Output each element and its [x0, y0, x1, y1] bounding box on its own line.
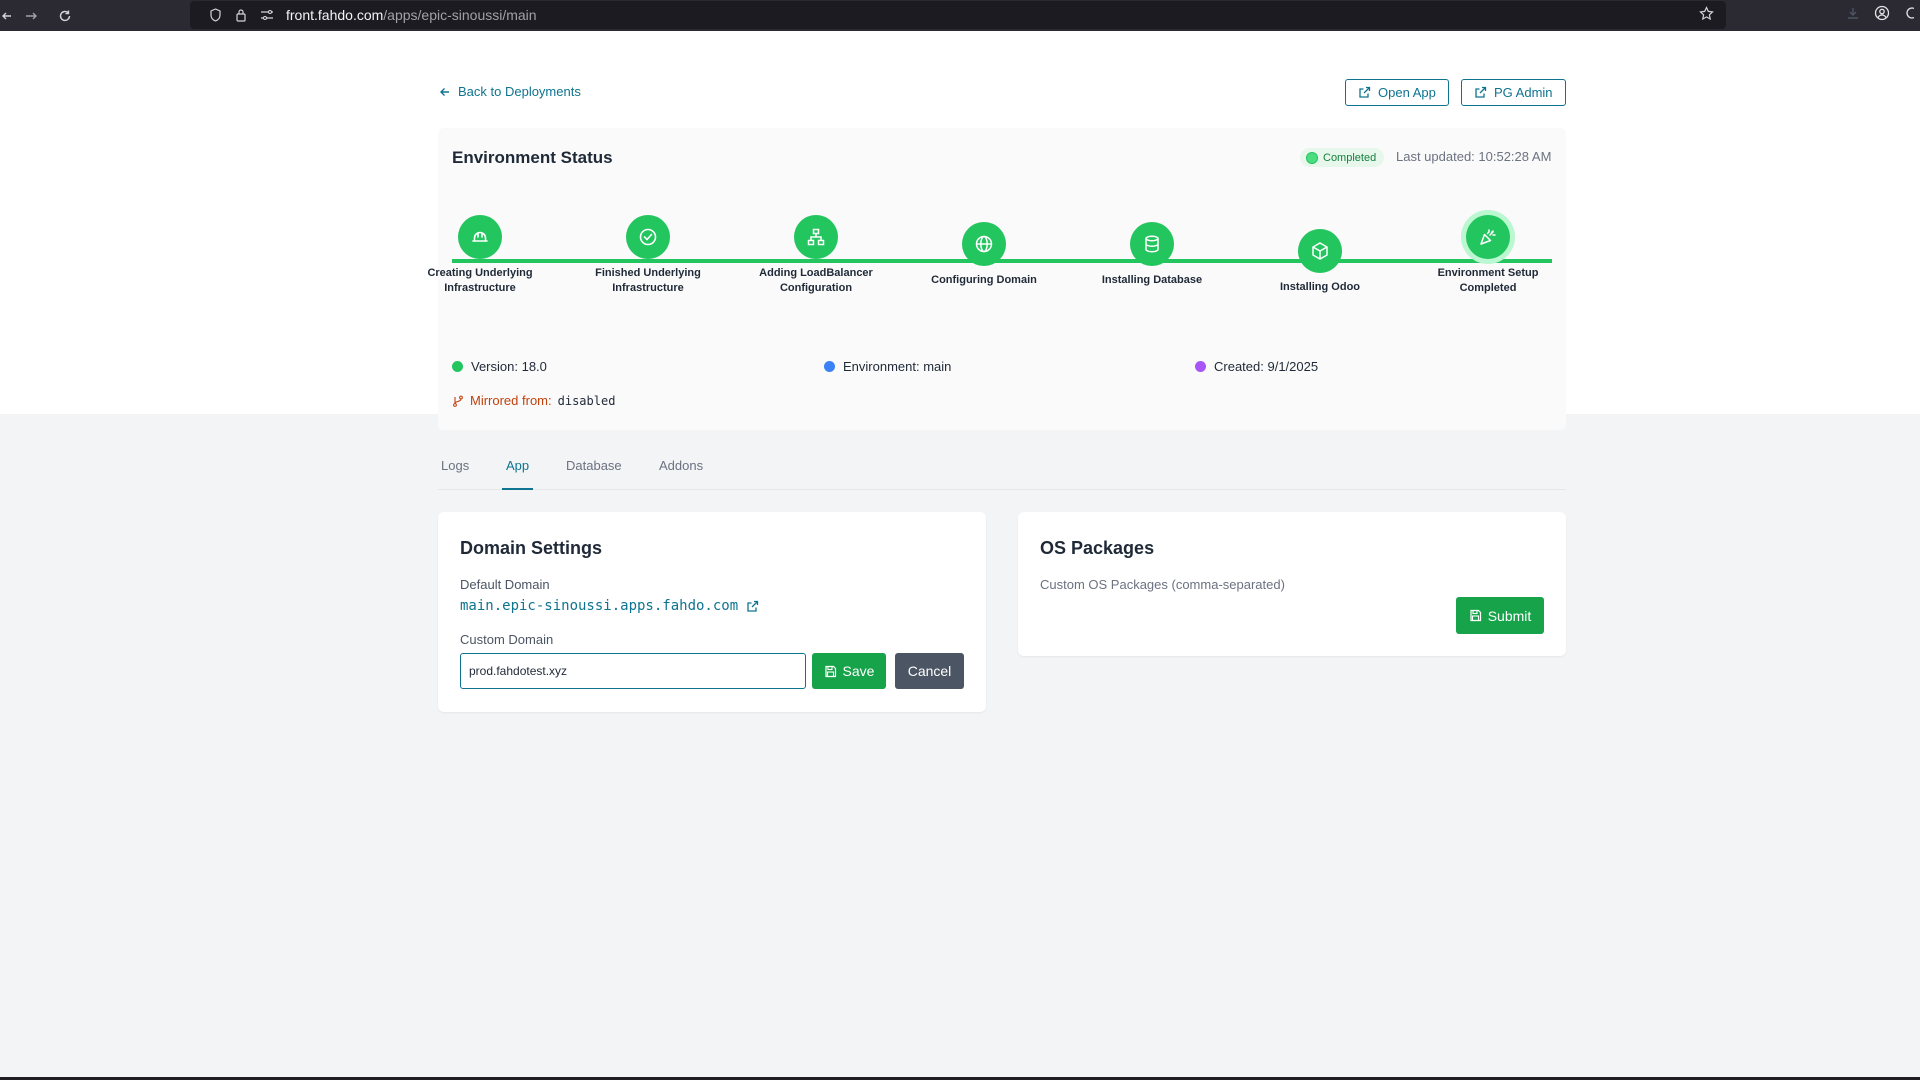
step-label: Adding LoadBalancer Configuration	[759, 267, 873, 294]
created-info: Created: 9/1/2025	[1195, 359, 1318, 374]
back-arrow-icon[interactable]	[0, 0, 14, 31]
save-icon	[824, 665, 836, 677]
package-icon	[1298, 229, 1342, 273]
step-configuring-domain: Configuring Domain	[919, 222, 1049, 288]
toolbar-right	[1846, 0, 1920, 31]
mirrored-label: Mirrored from:	[470, 393, 552, 408]
environment-status-card: Environment Status Completed Last update…	[427, 128, 1566, 430]
browser-toolbar: front.fahdo.com/apps/epic-sinoussi/main	[0, 0, 1920, 31]
environment-header-section: Back to Deployments Open App PG Admin En…	[0, 31, 1920, 430]
step-label: Installing Database	[1101, 274, 1203, 286]
step-installing-odoo: Installing Odoo	[1255, 229, 1385, 295]
save-button[interactable]: Save	[812, 653, 886, 689]
step-label: Installing Odoo	[1279, 281, 1361, 293]
custom-domain-label: Custom Domain	[460, 632, 554, 647]
mirrored-info: Mirrored from: disabled	[452, 393, 615, 408]
open-app-button[interactable]: Open App	[1345, 79, 1449, 106]
cancel-button[interactable]: Cancel	[895, 653, 964, 689]
url-text: front.fahdo.com/apps/epic-sinoussi/main	[286, 7, 537, 23]
last-updated: Last updated: 10:52:28 AM	[1396, 149, 1552, 164]
detail-tabs: Logs App Database Addons	[438, 455, 1566, 490]
tab-app[interactable]: App	[502, 455, 534, 490]
forward-arrow-icon[interactable]	[14, 0, 48, 31]
status-dot	[1306, 151, 1318, 164]
url-domain: front.fahdo.com	[286, 7, 384, 23]
default-domain-value: main.epic-sinoussi.apps.fahdo.com	[460, 598, 739, 614]
account-icon[interactable]	[1874, 5, 1890, 26]
save-label: Save	[842, 663, 875, 679]
mirrored-value: disabled	[557, 393, 616, 408]
bookmark-star-icon[interactable]	[1699, 6, 1714, 26]
environment-info: Environment: main	[824, 359, 951, 374]
domain-settings-card: Domain Settings Default Domain main.epic…	[438, 512, 986, 712]
submit-button[interactable]: Submit	[1456, 597, 1544, 634]
os-packages-label: Custom OS Packages (comma-separated)	[1040, 577, 1285, 592]
step-installing-database: Installing Database	[1087, 222, 1217, 288]
step-loadbalancer: Adding LoadBalancer Configuration	[751, 215, 881, 296]
lock-icon	[228, 8, 254, 22]
default-domain-link[interactable]: main.epic-sinoussi.apps.fahdo.com	[460, 598, 759, 614]
save-icon	[1470, 609, 1481, 622]
hard-hat-icon	[458, 215, 502, 259]
environment-dot	[824, 361, 835, 372]
download-icon[interactable]	[1846, 6, 1860, 25]
url-path: /apps/epic-sinoussi/main	[383, 7, 537, 23]
permissions-icon	[254, 9, 280, 21]
version-dot	[452, 361, 463, 372]
globe-icon	[962, 222, 1006, 266]
network-icon	[794, 215, 838, 259]
step-label: Configuring Domain	[931, 274, 1037, 286]
status-badge-label: Completed	[1323, 151, 1377, 164]
arrow-left-icon	[440, 87, 449, 96]
tab-logs[interactable]: Logs	[441, 455, 469, 490]
custom-domain-input[interactable]	[460, 653, 806, 689]
address-bar[interactable]: front.fahdo.com/apps/epic-sinoussi/main	[190, 1, 1726, 29]
git-branch-icon	[453, 395, 463, 407]
environment-text: Environment: main	[843, 359, 952, 374]
shield-icon	[202, 8, 228, 22]
pg-admin-label: PG Admin	[1494, 85, 1553, 100]
external-link-icon	[747, 600, 759, 612]
check-circle-icon	[626, 215, 670, 259]
reload-icon[interactable]	[48, 0, 82, 31]
step-finished-infrastructure: Finished Underlying Infrastructure	[583, 215, 713, 296]
step-setup-completed: Environment Setup Completed	[1423, 215, 1553, 296]
status-badge: Completed	[1300, 148, 1385, 167]
submit-label: Submit	[1487, 607, 1532, 624]
tab-addons[interactable]: Addons	[659, 455, 703, 490]
party-popper-icon	[1466, 215, 1510, 259]
back-link-label: Back to Deployments	[458, 84, 581, 99]
step-creating-infrastructure: Creating Underlying Infrastructure	[415, 215, 545, 296]
pg-admin-button[interactable]: PG Admin	[1461, 79, 1566, 106]
open-app-label: Open App	[1378, 85, 1436, 100]
step-label: Finished Underlying Infrastructure	[595, 267, 701, 294]
step-label: Creating Underlying Infrastructure	[427, 267, 533, 294]
version-info: Version: 18.0	[452, 359, 547, 374]
tab-database[interactable]: Database	[566, 455, 622, 490]
external-link-icon	[1359, 86, 1371, 98]
default-domain-label: Default Domain	[460, 577, 550, 592]
step-label: Environment Setup Completed	[1437, 267, 1539, 294]
extensions-icon[interactable]	[1904, 5, 1918, 26]
database-icon	[1130, 222, 1174, 266]
external-link-icon	[1475, 86, 1487, 98]
status-title: Environment Status	[452, 148, 613, 167]
created-dot	[1195, 361, 1206, 372]
version-text: Version: 18.0	[471, 359, 547, 374]
back-to-deployments-link[interactable]: Back to Deployments	[439, 84, 581, 99]
created-text: Created: 9/1/2025	[1214, 359, 1319, 374]
domain-settings-title: Domain Settings	[460, 538, 603, 558]
os-packages-card: OS Packages Custom OS Packages (comma-se…	[1018, 512, 1566, 656]
os-packages-title: OS Packages	[1040, 538, 1155, 558]
